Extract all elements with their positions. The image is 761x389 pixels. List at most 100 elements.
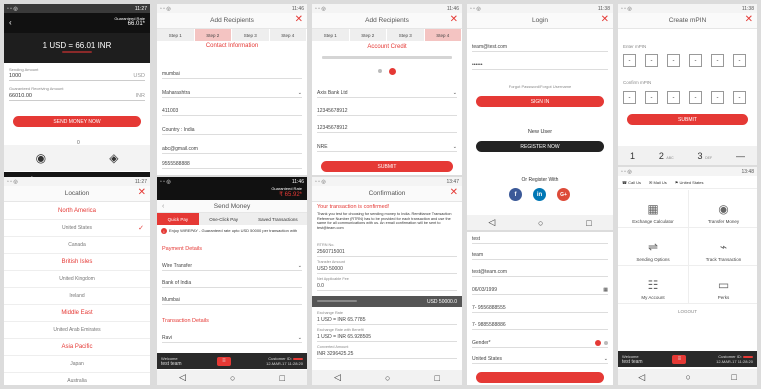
transfer-money-tile[interactable]: ◉ Transfer Money — [688, 190, 757, 228]
phone-field[interactable]: 9555588888 — [162, 161, 302, 169]
navigate-icon[interactable]: ◈ — [109, 151, 118, 165]
nav-home-icon[interactable]: ○ — [538, 218, 543, 228]
account-type-select[interactable]: NRE ⌄ — [317, 144, 457, 152]
country-item[interactable]: Ireland — [4, 288, 150, 305]
close-icon[interactable]: ✕ — [450, 187, 458, 198]
password-field[interactable]: •••••• — [472, 62, 608, 70]
country-item[interactable]: United States ✓ — [4, 220, 150, 237]
country-item[interactable]: Australia — [4, 373, 150, 385]
country-select[interactable]: United States ⌄ — [472, 356, 608, 364]
phone-field[interactable]: 7- 9556888555 — [472, 305, 608, 313]
confirm-mpin-digit[interactable]: - — [645, 91, 658, 104]
close-icon[interactable]: ✕ — [138, 187, 146, 198]
branch-field[interactable]: Mumbai — [162, 297, 302, 305]
menu-icon[interactable]: ≡ — [672, 354, 687, 364]
submit-button[interactable]: SUBMIT — [321, 161, 453, 172]
country-item[interactable]: Japan — [4, 356, 150, 373]
step-2-tab[interactable]: Step 2 — [194, 29, 232, 41]
transfer-mode-select[interactable]: Wire Transfer ⌄ — [162, 263, 302, 271]
mpin-digit[interactable]: - — [645, 54, 658, 67]
step-1-tab[interactable]: Step 1 — [312, 29, 350, 41]
keypad-key[interactable]: — — [736, 151, 745, 161]
mpin-digit[interactable]: - — [711, 54, 724, 67]
exchange-calculator-tile[interactable]: ▦ Exchange Calculator — [618, 190, 689, 228]
camera-icon[interactable]: ◉ — [36, 151, 46, 165]
continue-button[interactable] — [476, 372, 604, 383]
keypad-key[interactable]: 1 — [630, 151, 635, 161]
my-account-tile[interactable]: ☷ My Account — [618, 266, 689, 304]
nav-recents-icon[interactable]: □ — [731, 372, 736, 382]
email-field[interactable]: abc@gmail.com — [162, 146, 302, 154]
country-item[interactable]: United Arab Emirates — [4, 322, 150, 339]
facebook-icon[interactable]: f — [509, 188, 522, 201]
tab-one-click-pay[interactable]: One-Click Pay — [198, 213, 249, 225]
recipient-select[interactable]: Ravi ⌄ — [162, 335, 302, 343]
mail-us-tab[interactable]: ✉ Mail Us — [649, 180, 667, 185]
nav-recents-icon[interactable]: □ — [435, 373, 440, 383]
step-4-tab[interactable]: Step 4 — [424, 29, 462, 41]
nav-recents-icon[interactable]: □ — [586, 218, 591, 228]
country-tab[interactable]: ⚑ United States — [675, 180, 704, 185]
gender-select[interactable]: Gender* — [472, 340, 608, 348]
confirm-mpin-digit[interactable]: - — [689, 91, 702, 104]
mpin-digit[interactable]: - — [667, 54, 680, 67]
yes-no-toggle[interactable] — [378, 67, 396, 75]
register-now-button[interactable]: REGISTER NOW — [476, 141, 604, 152]
sign-in-button[interactable]: SIGN IN — [476, 96, 604, 107]
nav-recents-icon[interactable]: □ — [280, 373, 285, 383]
step-2-tab[interactable]: Step 2 — [350, 29, 387, 41]
tab-saved-transactions[interactable]: Saved Transactions — [248, 213, 307, 225]
tab-quick-pay[interactable]: Quick Pay — [157, 213, 199, 225]
step-3-tab[interactable]: Step 3 — [232, 29, 270, 41]
receive-amount-field[interactable]: 66010.00 INR — [9, 93, 145, 101]
step-1-tab[interactable]: Step 1 — [157, 29, 195, 41]
account-number-field[interactable]: 12345678912 — [317, 108, 457, 116]
first-name-field[interactable]: test — [472, 236, 608, 244]
email-field[interactable]: test@team.com — [472, 269, 608, 277]
track-transaction-tile[interactable]: ⌁ Track Transaction — [688, 228, 757, 266]
nav-home-icon[interactable]: ○ — [686, 372, 691, 382]
nav-home-icon[interactable]: ○ — [385, 373, 390, 383]
send-amount-field[interactable]: 1000 USD — [9, 73, 145, 81]
submit-button[interactable]: SUBMIT — [627, 114, 748, 125]
keypad-key[interactable]: 2 ABC — [659, 151, 674, 161]
back-arrow-icon[interactable]: ‹ — [162, 203, 164, 210]
confirm-mpin-digit[interactable]: - — [711, 91, 724, 104]
mpin-digit[interactable]: - — [623, 54, 636, 67]
close-icon[interactable]: ✕ — [450, 14, 458, 25]
confirm-mpin-digit[interactable]: - — [667, 91, 680, 104]
confirm-mpin-digit[interactable]: - — [623, 91, 636, 104]
last-name-field[interactable]: team — [472, 252, 608, 260]
sending-options-tile[interactable]: ⇌ Sending Options — [618, 228, 689, 266]
back-arrow-icon[interactable]: ‹ — [9, 18, 12, 27]
menu-icon[interactable]: ≡ — [216, 356, 231, 366]
step-3-tab[interactable]: Step 3 — [387, 29, 425, 41]
close-icon[interactable]: ✕ — [601, 14, 609, 25]
state-select[interactable]: Maharashtra ⌄ — [162, 90, 302, 98]
perks-tile[interactable]: ▭ Perks — [688, 266, 757, 304]
forgot-password-link[interactable]: Forgot Password/Forgot Username — [467, 84, 613, 89]
mpin-digit[interactable]: - — [733, 54, 746, 67]
country-item[interactable]: United Kingdom — [4, 271, 150, 288]
send-money-now-button[interactable]: SEND MONEY NOW — [13, 116, 141, 127]
city-field[interactable]: mumbai — [162, 71, 302, 79]
google-plus-icon[interactable]: G+ — [557, 188, 570, 201]
email-field[interactable]: team@test.com — [472, 44, 608, 52]
keypad-key[interactable]: 3 DEF — [698, 151, 713, 161]
nav-home-icon[interactable]: ○ — [230, 373, 235, 383]
mobile-field[interactable]: 7- 9885588886 — [472, 322, 608, 330]
bank-field[interactable]: Bank of India — [162, 280, 302, 288]
close-icon[interactable]: ✕ — [295, 14, 303, 25]
zip-field[interactable]: 411003 — [162, 108, 302, 116]
logout-button[interactable]: LOGOUT — [618, 306, 757, 317]
call-us-tab[interactable]: ☎ Call Us — [622, 180, 641, 185]
calendar-icon[interactable]: ▦ — [603, 287, 608, 293]
nav-back-icon[interactable]: ◁ — [179, 372, 186, 383]
nav-back-icon[interactable]: ◁ — [334, 372, 341, 383]
bank-select[interactable]: Axis Bank Ltd ⌄ — [317, 90, 457, 98]
nav-back-icon[interactable]: ◁ — [638, 372, 645, 383]
close-icon[interactable]: ✕ — [745, 14, 753, 25]
country-item[interactable]: Canada — [4, 237, 150, 254]
confirm-account-field[interactable]: 12345678912 — [317, 125, 457, 133]
linkedin-icon[interactable]: in — [533, 188, 546, 201]
